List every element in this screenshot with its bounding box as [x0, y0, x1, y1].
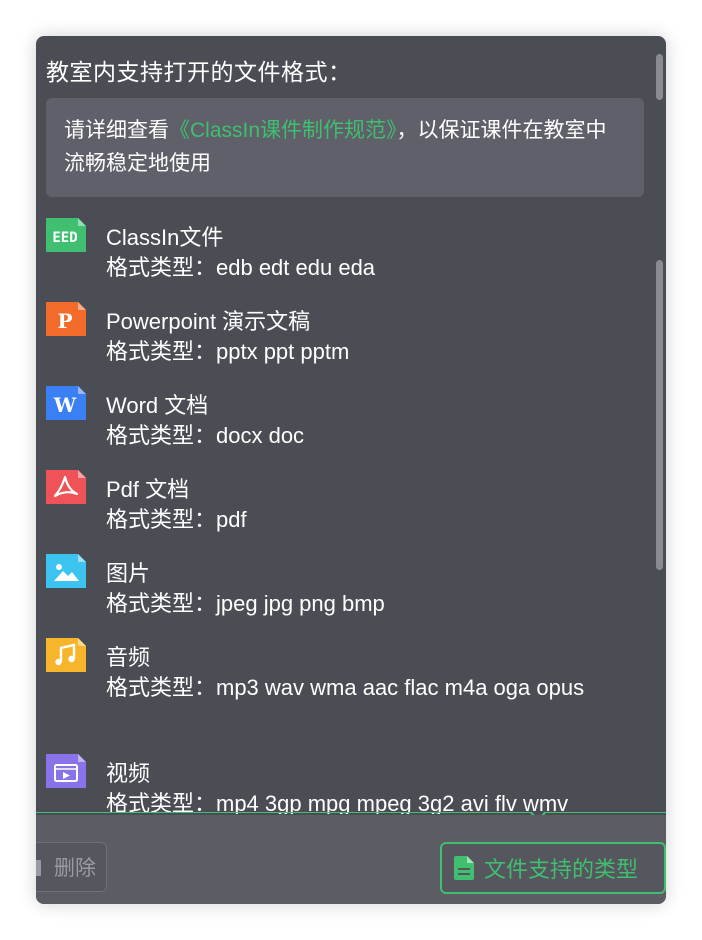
powerpoint-file-icon: P	[46, 302, 86, 336]
audio-file-icon	[46, 638, 86, 672]
spec-notice: 请详细查看《ClassIn课件制作规范》，以保证课件在教室中流畅稳定地使用	[46, 98, 644, 197]
supported-formats-popover: 教室内支持打开的文件格式： 请详细查看《ClassIn课件制作规范》，以保证课件…	[36, 36, 666, 814]
scrollbar-thumb-top	[656, 54, 663, 100]
image-file-icon	[46, 554, 86, 588]
file-type-name: Pdf 文档	[106, 477, 190, 502]
trash-icon	[36, 860, 41, 876]
notice-prefix: 请详细查看	[64, 119, 169, 142]
file-type-name: ClassIn文件	[106, 225, 224, 250]
document-icon	[454, 856, 474, 880]
file-type-extensions: 格式类型：mp3 wav wma aac flac m4a oga opus	[106, 675, 585, 700]
word-file-icon: W	[46, 386, 86, 420]
svg-text:EED: EED	[52, 230, 77, 246]
delete-button-label: 删除	[54, 857, 96, 880]
popover-title: 教室内支持打开的文件格式：	[46, 59, 352, 85]
file-type-name: 图片	[106, 561, 151, 586]
spec-link[interactable]: 《ClassIn课件制作规范》	[169, 119, 397, 142]
file-type-name: 视频	[106, 761, 151, 786]
delete-button[interactable]: 删除	[36, 842, 107, 892]
file-type-extensions: 格式类型：pptx ppt pptm	[106, 339, 350, 364]
file-type-extensions: 格式类型：mp4 3gp mpg mpeg 3g2 avi flv wmv	[106, 791, 569, 814]
file-types-button-label: 文件支持的类型	[484, 857, 639, 882]
scrollbar[interactable]	[656, 54, 663, 814]
video-file-icon	[46, 754, 86, 788]
cloud-disk-window: 教室内支持打开的文件格式： 请详细查看《ClassIn课件制作规范》，以保证课件…	[36, 36, 666, 904]
file-types-button[interactable]: 文件支持的类型	[440, 842, 666, 894]
file-type-extensions: 格式类型：jpeg jpg png bmp	[106, 591, 385, 616]
file-type-name: Powerpoint 演示文稿	[106, 309, 311, 334]
eed-file-icon: EED	[46, 218, 86, 252]
file-type-extensions: 格式类型：edb edt edu eda	[106, 255, 376, 280]
svg-text:W: W	[53, 393, 77, 417]
file-type-extensions: 格式类型：pdf	[106, 507, 247, 532]
file-type-extensions: 格式类型：docx doc	[106, 423, 305, 448]
file-type-name: 音频	[106, 645, 151, 670]
scrollbar-thumb[interactable]	[656, 260, 663, 570]
bottom-toolbar: 删除 文件支持的类型	[36, 815, 666, 904]
file-type-name: Word 文档	[106, 393, 209, 418]
pdf-file-icon	[46, 470, 86, 504]
popover-border	[36, 812, 666, 813]
svg-text:P: P	[57, 309, 72, 333]
